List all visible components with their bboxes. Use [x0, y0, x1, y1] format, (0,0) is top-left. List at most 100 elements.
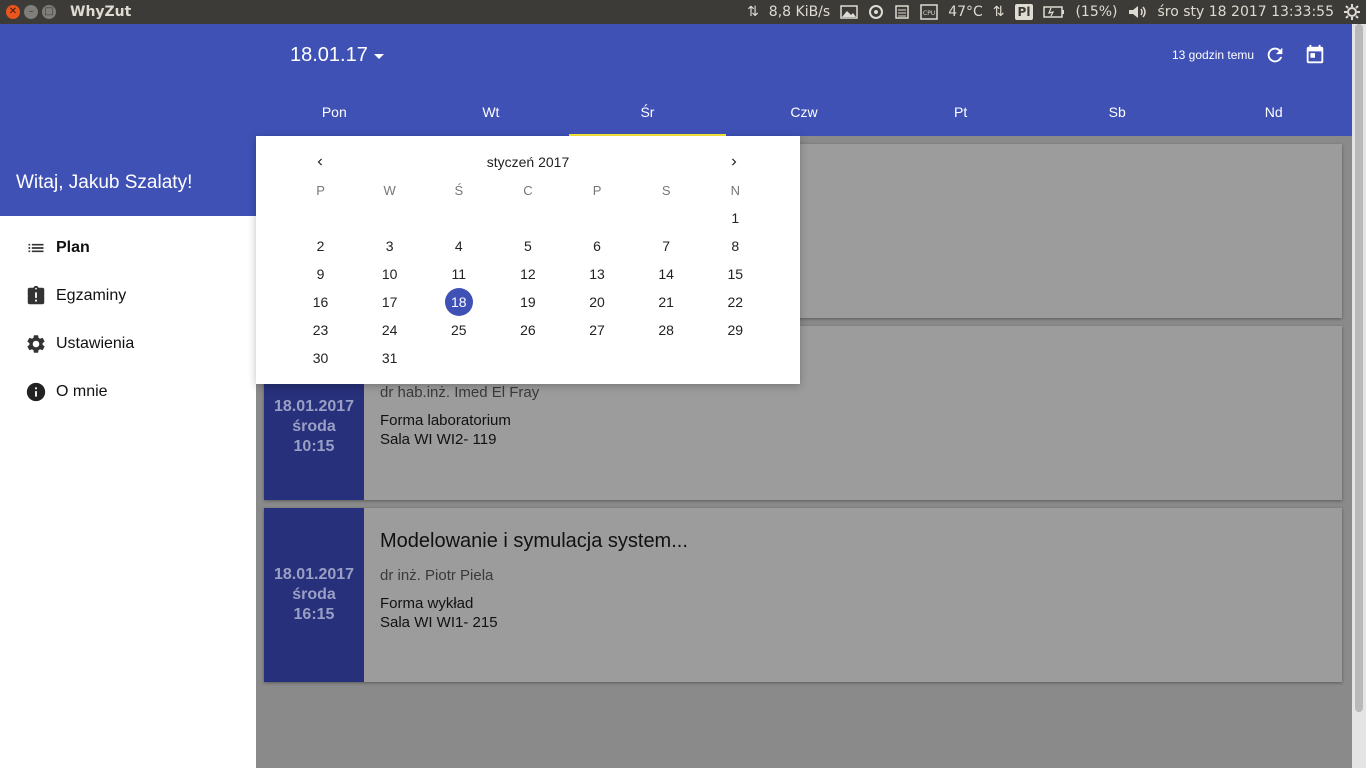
nav-item-egzaminy[interactable]: Egzaminy	[0, 272, 256, 320]
nav-item-ustawienia[interactable]: Ustawienia	[0, 320, 256, 368]
calendar-day[interactable]: 1	[701, 204, 770, 232]
battery-icon[interactable]	[1043, 6, 1065, 18]
calendar-day[interactable]: 7	[632, 232, 701, 260]
class-form-type: Forma laboratorium	[380, 412, 511, 429]
calendar-day-number: 13	[589, 266, 605, 282]
date-dropdown[interactable]: 18.01.17	[290, 44, 384, 67]
network-arrows-icon[interactable]: ⇅	[993, 4, 1005, 20]
calendar-week-row: 30 31	[286, 344, 770, 372]
caret-down-icon[interactable]	[373, 54, 384, 59]
calendar-day[interactable]: 28	[632, 316, 701, 344]
date-picker-popup: styczeń 2017 P W Ś C P S N 1 2 3 4 5 6 7 8 9 10 11…	[256, 136, 800, 384]
calendar-day[interactable]: 18	[424, 288, 493, 316]
info-icon	[24, 380, 48, 404]
calendar-day[interactable]: 25	[424, 316, 493, 344]
window-minimize-button[interactable]: –	[24, 5, 38, 19]
selected-date[interactable]: 18.01.17	[290, 44, 368, 67]
calendar-day[interactable]: 11	[424, 260, 493, 288]
calendar-day[interactable]: 9	[286, 260, 355, 288]
calendar-day-number: 22	[727, 294, 744, 310]
calendar-day-number: 31	[381, 350, 398, 366]
calendar-week-row: 2 3 4 5 6 7 8	[286, 232, 770, 260]
class-card[interactable]: 18.01.2017 środa 16:15 Modelowanie i sym…	[264, 508, 1342, 682]
cpu-temp[interactable]: 47°C	[948, 4, 983, 20]
clock[interactable]: śro sty 18 2017 13:33:55	[1158, 4, 1335, 20]
volume-icon[interactable]	[1128, 5, 1148, 19]
calendar-day[interactable]: 20	[563, 288, 632, 316]
calendar-week-row: 9 10 11 12 13 14 15	[286, 260, 770, 288]
tab-sr[interactable]: Śr	[569, 88, 726, 136]
nav-item-label: Plan	[56, 239, 90, 256]
system-tray: ⇅ 8,8 KiB/s CPU 47°C ⇅ Pl (15%) śro sty …	[747, 0, 1360, 24]
calendar-day[interactable]: 4	[424, 232, 493, 260]
scrollbar-thumb[interactable]	[1355, 24, 1363, 712]
net-speed[interactable]: 8,8 KiB/s	[769, 4, 830, 20]
calendar-day[interactable]: 31	[355, 344, 424, 372]
calendar-day[interactable]: 22	[701, 288, 770, 316]
calendar-day[interactable]: 15	[701, 260, 770, 288]
window-close-button[interactable]: ✕	[6, 5, 20, 19]
window-controls: ✕ – □	[6, 5, 56, 19]
class-teacher: dr hab.inż. Imed El Fray	[380, 384, 540, 401]
dropbox-icon[interactable]	[868, 5, 884, 19]
keyboard-layout-indicator[interactable]: Pl	[1014, 4, 1034, 20]
calendar-day[interactable]: 26	[493, 316, 562, 344]
calendar-day[interactable]: 17	[355, 288, 424, 316]
nav-item-plan[interactable]: Plan	[0, 224, 256, 272]
calendar-day[interactable]: 24	[355, 316, 424, 344]
refresh-button[interactable]	[1264, 44, 1286, 66]
calendar-day-number: 29	[727, 322, 744, 338]
class-form: Forma wykład Sala WI WI1- 215	[380, 594, 688, 632]
calendar-day-number: 23	[312, 322, 329, 338]
class-form-type: Forma wykład	[380, 595, 474, 612]
calendar-day[interactable]: 27	[563, 316, 632, 344]
calendar-day[interactable]: 10	[355, 260, 424, 288]
calendar-day[interactable]: 23	[286, 316, 355, 344]
calendar-day[interactable]: 19	[493, 288, 562, 316]
tab-nd[interactable]: Nd	[1195, 88, 1352, 136]
calendar-day[interactable]: 14	[632, 260, 701, 288]
calendar-button[interactable]	[1304, 44, 1326, 66]
calendar-day[interactable]: 16	[286, 288, 355, 316]
calendar-day[interactable]: 3	[355, 232, 424, 260]
tab-wt[interactable]: Wt	[413, 88, 570, 136]
month-title: styczeń 2017	[486, 154, 570, 170]
calendar-day-number: 28	[658, 322, 674, 338]
battery-percent[interactable]: (15%)	[1075, 4, 1117, 20]
calendar-day[interactable]: 21	[632, 288, 701, 316]
calendar-day[interactable]: 29	[701, 316, 770, 344]
tab-sb[interactable]: Sb	[1039, 88, 1196, 136]
memory-icon[interactable]	[894, 4, 910, 20]
class-details: Modelowanie i symulacja system... dr inż…	[364, 508, 704, 682]
class-room: Sala WI WI1- 215	[380, 614, 498, 631]
calendar-day-number: 4	[454, 238, 463, 254]
nav-item-o-mnie[interactable]: O mnie	[0, 368, 256, 416]
calendar-day[interactable]: 2	[286, 232, 355, 260]
tab-pon[interactable]: Pon	[256, 88, 413, 136]
calendar-empty-cell	[424, 204, 493, 232]
class-time: 10:15	[293, 438, 335, 455]
calendar-day[interactable]: 12	[493, 260, 562, 288]
calendar-day[interactable]: 13	[563, 260, 632, 288]
window-maximize-button[interactable]: □	[42, 5, 56, 19]
class-title: Modelowanie i symulacja system...	[380, 530, 688, 552]
image-viewer-icon[interactable]	[840, 5, 858, 19]
calendar-day[interactable]: 5	[493, 232, 562, 260]
power-settings-icon[interactable]	[1344, 4, 1360, 20]
calendar-day[interactable]: 8	[701, 232, 770, 260]
calendar-day-number: 3	[385, 238, 394, 254]
calendar-day[interactable]: 30	[286, 344, 355, 372]
tab-pt[interactable]: Pt	[882, 88, 1039, 136]
weekday-label: W	[383, 182, 396, 198]
weekday-tabs: Pon Wt Śr Czw Pt Sb Nd	[256, 88, 1352, 136]
last-sync-label: 13 godzin temu	[1172, 48, 1255, 62]
cpu-icon[interactable]: CPU	[920, 4, 938, 20]
vertical-scrollbar[interactable]	[1352, 24, 1366, 768]
next-month-button[interactable]	[724, 152, 744, 172]
network-transfer-icon[interactable]: ⇅	[747, 4, 759, 20]
refresh-icon	[1267, 47, 1283, 63]
calendar-day[interactable]: 6	[563, 232, 632, 260]
calendar-empty-cell	[701, 344, 770, 372]
window-title: WhyZut	[70, 4, 132, 20]
tab-czw[interactable]: Czw	[726, 88, 883, 136]
